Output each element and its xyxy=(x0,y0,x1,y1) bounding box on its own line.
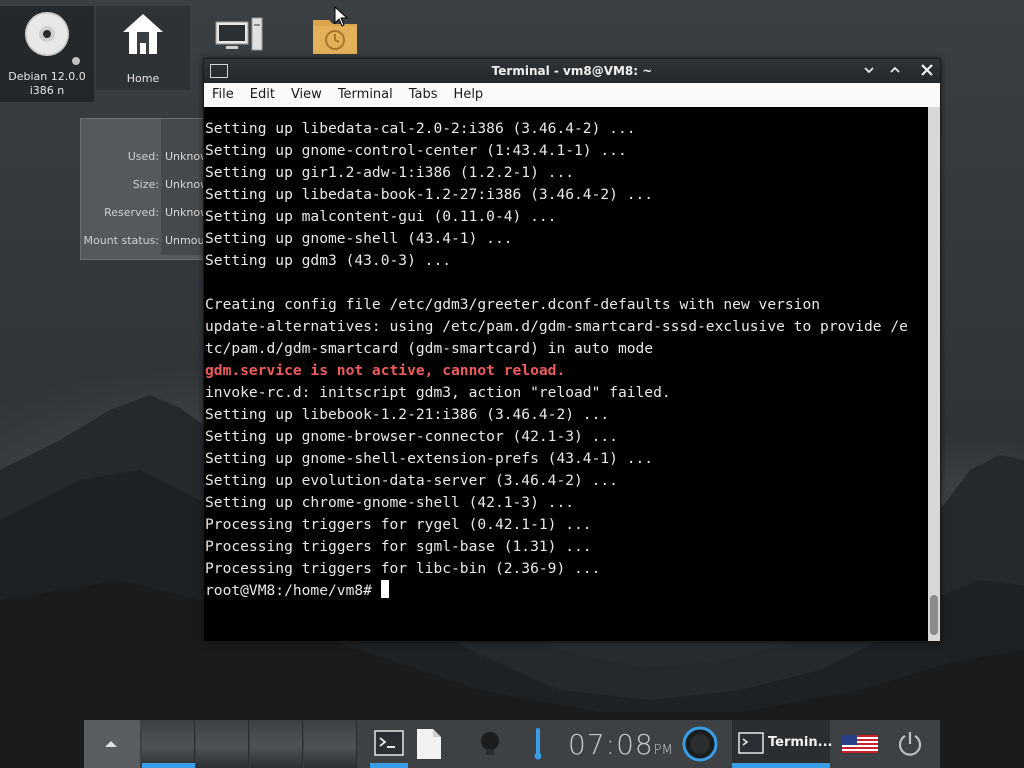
minimize-button[interactable] xyxy=(860,62,878,80)
close-icon xyxy=(921,64,933,76)
terminal-line: Setting up gnome-control-center (1:43.4.… xyxy=(205,142,627,159)
bulb-icon xyxy=(481,732,499,755)
thermometer-icon xyxy=(534,728,542,760)
computer-icon xyxy=(215,17,263,51)
info-key: Used: xyxy=(127,150,159,163)
document-icon xyxy=(417,729,441,759)
launcher-lamp[interactable] xyxy=(476,720,504,768)
terminal-line: Setting up gnome-shell-extension-prefs (… xyxy=(205,450,654,467)
maximize-button[interactable] xyxy=(886,62,904,80)
home-icon xyxy=(123,14,163,54)
terminal-scrollbar[interactable] xyxy=(928,107,940,641)
window-titlebar[interactable]: Terminal - vm8@VM8: ~ xyxy=(204,59,940,83)
desktop-icon-home[interactable]: Home xyxy=(96,6,190,90)
terminal-line: Setting up libebook-1.2-21:i386 (3.46.4-… xyxy=(205,406,610,423)
terminal-line: Setting up chrome-gnome-shell (42.1-3) .… xyxy=(205,494,575,511)
terminal-error-line: gdm.service is not active, cannot reload… xyxy=(205,362,566,379)
terminal-lines: Setting up libedata-cal-2.0-2:i386 (3.46… xyxy=(204,107,928,641)
terminal-prompt-line[interactable]: root@VM8:/home/vm8# xyxy=(205,580,928,602)
terminal-line: Processing triggers for sgml-base (1.31)… xyxy=(205,538,592,555)
info-key: Size: xyxy=(132,178,159,191)
terminal-line: Setting up gnome-shell (43.4-1) ... xyxy=(205,230,513,247)
chevron-up-icon xyxy=(105,741,117,747)
desktop-icon-label: Home xyxy=(126,72,160,85)
terminal-icon xyxy=(738,732,764,754)
scrollbar-thumb[interactable] xyxy=(930,595,938,635)
clock[interactable]: 07:08PM xyxy=(568,728,673,768)
menu-view[interactable]: View xyxy=(283,83,330,107)
terminal-line: Processing triggers for libc-bin (2.36-9… xyxy=(205,560,601,577)
desktop-icon-debian-cd[interactable]: Debian 12.0.0 i386 n xyxy=(0,6,94,102)
terminal-line: invoke-rc.d: initscript gdm3, action "re… xyxy=(205,384,671,401)
text-cursor xyxy=(380,580,389,598)
workspace-1[interactable] xyxy=(142,720,195,768)
desktop-icon-label: Debian 12.0.0 i386 n xyxy=(8,70,86,97)
terminal-line: Setting up malcontent-gui (0.11.0-4) ... xyxy=(205,208,557,225)
terminal-line: Setting up evolution-data-server (3.46.4… xyxy=(205,472,618,489)
keyboard-layout-indicator[interactable] xyxy=(840,720,882,768)
menu-terminal[interactable]: Terminal xyxy=(330,83,401,107)
thermometer-indicator[interactable] xyxy=(530,720,546,768)
launcher-terminal[interactable] xyxy=(370,720,408,768)
us-flag-icon xyxy=(842,735,878,753)
info-key: Mount status: xyxy=(83,234,159,247)
ring-icon xyxy=(682,726,718,762)
terminal-line: update-alternatives: using /etc/pam.d/gd… xyxy=(205,318,908,335)
launcher-text-editor[interactable] xyxy=(414,720,446,768)
terminal-line: ​ xyxy=(205,272,928,294)
power-icon xyxy=(898,732,922,756)
activity-indicator[interactable] xyxy=(680,720,720,768)
terminal-line: Setting up gnome-browser-connector (42.1… xyxy=(205,428,618,445)
chevron-down-icon xyxy=(864,67,874,74)
active-workspace-indicator xyxy=(142,763,195,768)
menu-file[interactable]: File xyxy=(204,83,242,107)
terminal-line: Setting up gdm3 (43.0-3) ... xyxy=(205,252,452,269)
terminal-line: Setting up gir1.2-adw-1:i386 (1.2.2-1) .… xyxy=(205,164,575,181)
desktop-icon-computer[interactable] xyxy=(192,6,286,66)
terminal-output[interactable]: Setting up libedata-cal-2.0-2:i386 (3.46… xyxy=(204,107,928,641)
terminal-line: Processing triggers for rygel (0.42.1-1)… xyxy=(205,516,592,533)
taskbar: 07:08PM Termin... xyxy=(84,720,940,768)
taskbar-task-terminal[interactable]: Termin... xyxy=(732,720,833,768)
window-title: Terminal - vm8@VM8: ~ xyxy=(491,64,653,78)
running-indicator xyxy=(370,763,408,768)
cd-icon xyxy=(25,12,69,56)
active-task-indicator xyxy=(732,763,830,768)
workspace-3[interactable] xyxy=(250,720,303,768)
terminal-line: Setting up libedata-cal-2.0-2:i386 (3.46… xyxy=(205,120,636,137)
workspace-4[interactable] xyxy=(304,720,357,768)
menu-help[interactable]: Help xyxy=(446,83,492,107)
mouse-cursor-icon xyxy=(334,6,348,27)
close-button[interactable] xyxy=(918,62,936,80)
terminal-icon xyxy=(374,730,404,756)
menu-tabs[interactable]: Tabs xyxy=(401,83,446,107)
terminal-line: Creating config file /etc/gdm3/greeter.d… xyxy=(205,296,821,313)
info-key: Reserved: xyxy=(104,206,159,219)
menu-edit[interactable]: Edit xyxy=(242,83,283,107)
power-button[interactable] xyxy=(890,720,930,768)
clock-time: 07:08 xyxy=(568,728,654,761)
terminal-line: Setting up libedata-book-1.2-27:i386 (3.… xyxy=(205,186,654,203)
mount-indicator xyxy=(72,57,80,65)
chevron-up-icon xyxy=(890,66,900,73)
menubar: File Edit View Terminal Tabs Help xyxy=(204,83,940,107)
shell-prompt: root@VM8:/home/vm8# xyxy=(205,582,381,599)
show-desktop-button[interactable] xyxy=(84,720,140,768)
terminal-window[interactable]: Terminal - vm8@VM8: ~ File Edit View Ter… xyxy=(203,58,941,642)
clock-ampm: PM xyxy=(653,743,673,758)
task-label: Termin... xyxy=(768,735,833,750)
workspace-2[interactable] xyxy=(196,720,249,768)
terminal-line: tc/pam.d/gdm-smartcard (gdm-smartcard) i… xyxy=(205,340,654,357)
